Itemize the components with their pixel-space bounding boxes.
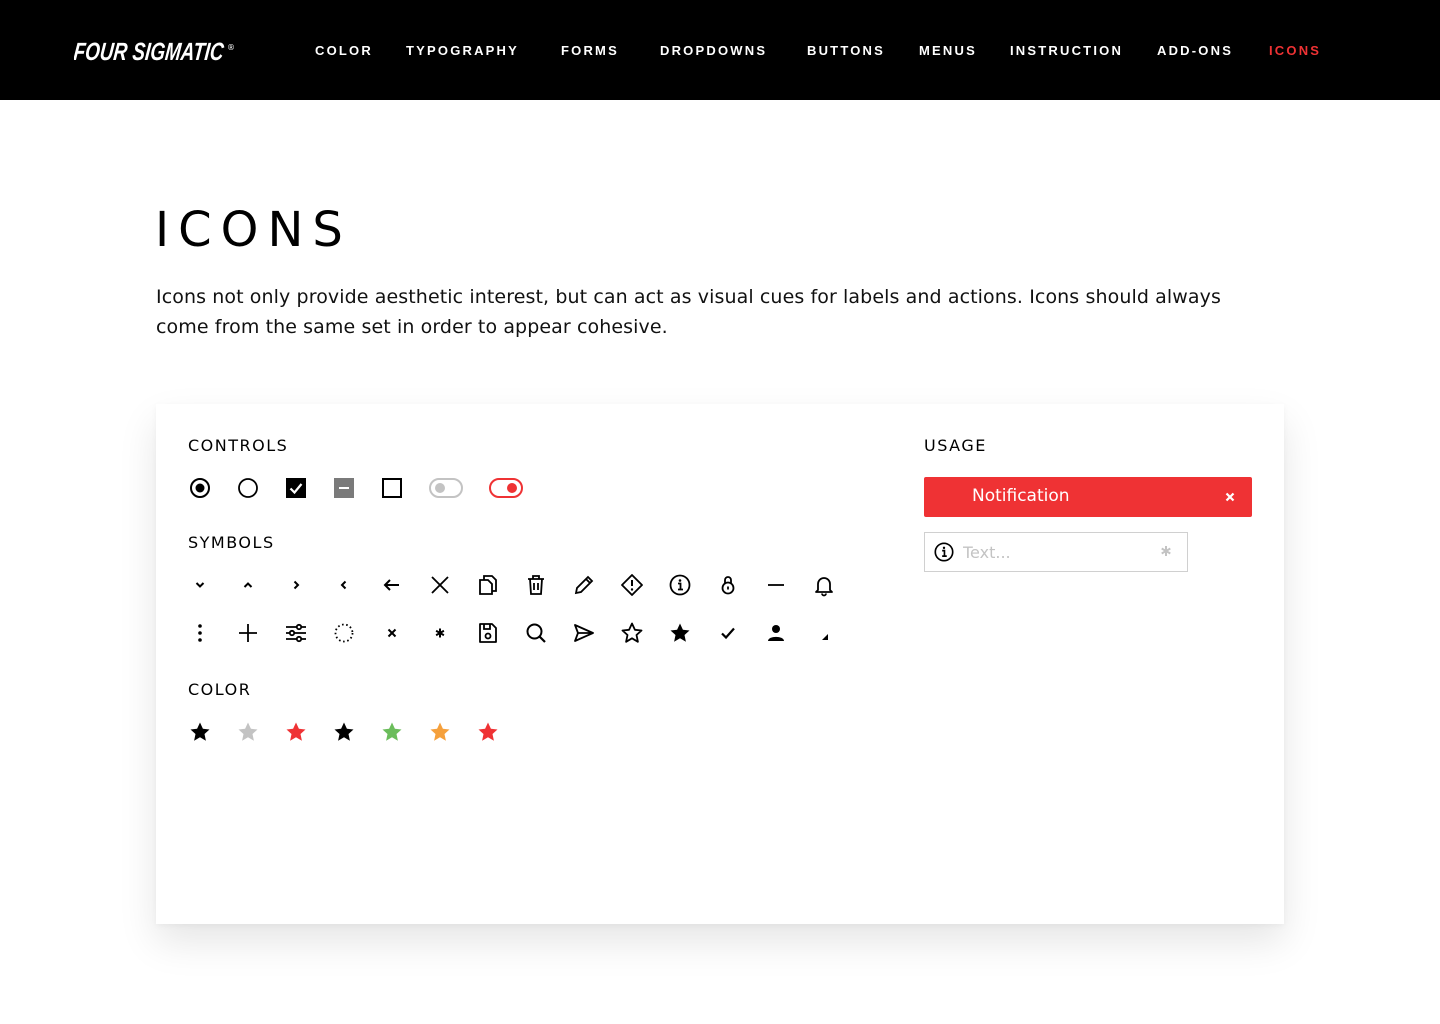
radio-checked-icon[interactable] bbox=[188, 476, 212, 500]
notification-text: Notification bbox=[972, 486, 1070, 506]
star-icon bbox=[236, 720, 260, 744]
nav-item-typography[interactable]: TYPOGRAPHY bbox=[406, 43, 519, 58]
info-icon bbox=[933, 541, 955, 563]
small-close-icon bbox=[380, 621, 404, 645]
toggle-on-icon[interactable] bbox=[489, 477, 523, 499]
check-icon bbox=[716, 621, 740, 645]
save-icon bbox=[476, 621, 500, 645]
asterisk-icon bbox=[428, 621, 452, 645]
plus-icon bbox=[236, 621, 260, 645]
spinner-icon bbox=[332, 621, 356, 645]
top-navigation-bar: FOUR SIGMATIC ® COLOR TYPOGRAPHY FORMS D… bbox=[0, 0, 1440, 100]
chevron-down-icon bbox=[188, 573, 212, 597]
nav-item-icons[interactable]: ICONS bbox=[1269, 43, 1321, 58]
lock-icon bbox=[716, 573, 740, 597]
icons-card: CONTROLS SYMBOLS COLOR USAGE Notificatio… bbox=[156, 404, 1284, 924]
toggle-off-icon[interactable] bbox=[429, 477, 463, 499]
star-icon bbox=[380, 720, 404, 744]
star-icon bbox=[476, 720, 500, 744]
close-icon[interactable] bbox=[1222, 489, 1238, 505]
page-title: ICONS bbox=[155, 202, 352, 258]
chevron-left-icon bbox=[332, 573, 356, 597]
color-label: COLOR bbox=[188, 680, 252, 699]
page-intro: Icons not only provide aesthetic interes… bbox=[156, 286, 1221, 338]
checkbox-checked-icon[interactable] bbox=[284, 476, 308, 500]
notification-banner: Notification bbox=[924, 477, 1252, 517]
required-asterisk-icon bbox=[1159, 544, 1173, 558]
arrow-left-icon bbox=[380, 573, 404, 597]
nav-item-menus[interactable]: MENUS bbox=[919, 43, 977, 58]
checkbox-indeterminate-icon[interactable] bbox=[332, 476, 356, 500]
nav-item-dropdowns[interactable]: DROPDOWNS bbox=[660, 43, 767, 58]
nav-item-instruction[interactable]: INSTRUCTION bbox=[1010, 43, 1123, 58]
star-filled-icon bbox=[668, 621, 692, 645]
copy-icon bbox=[476, 573, 500, 597]
radio-unchecked-icon[interactable] bbox=[236, 476, 260, 500]
warning-icon bbox=[620, 573, 644, 597]
nav-item-buttons[interactable]: BUTTONS bbox=[807, 43, 885, 58]
star-icon bbox=[332, 720, 356, 744]
pencil-icon bbox=[572, 573, 596, 597]
text-input[interactable] bbox=[963, 541, 1153, 563]
star-icon bbox=[428, 720, 452, 744]
registered-mark: ® bbox=[227, 43, 235, 52]
more-vertical-icon bbox=[188, 621, 212, 645]
brand-wordmark: FOUR SIGMATIC bbox=[74, 38, 226, 66]
nav-item-forms[interactable]: FORMS bbox=[561, 43, 619, 58]
trash-icon bbox=[524, 573, 548, 597]
text-field bbox=[924, 532, 1188, 572]
usage-label: USAGE bbox=[924, 436, 987, 455]
star-icon bbox=[188, 720, 212, 744]
star-icon bbox=[284, 720, 308, 744]
symbols-label: SYMBOLS bbox=[188, 533, 275, 552]
user-icon bbox=[764, 621, 788, 645]
search-icon bbox=[524, 621, 548, 645]
minus-icon bbox=[764, 573, 788, 597]
nav-item-color[interactable]: COLOR bbox=[315, 43, 373, 58]
four-sigmatic-logo[interactable]: FOUR SIGMATIC ® bbox=[72, 30, 244, 74]
checkbox-unchecked-icon[interactable] bbox=[380, 476, 404, 500]
bell-icon bbox=[812, 573, 836, 597]
controls-label: CONTROLS bbox=[188, 436, 289, 455]
chevron-up-icon bbox=[236, 573, 260, 597]
send-icon bbox=[572, 621, 596, 645]
star-outline-icon bbox=[620, 621, 644, 645]
sliders-icon bbox=[284, 621, 308, 645]
nav-item-add-ons[interactable]: ADD-ONS bbox=[1157, 43, 1233, 58]
corner-triangle-icon bbox=[812, 621, 836, 645]
close-icon bbox=[428, 573, 452, 597]
chevron-right-icon bbox=[284, 573, 308, 597]
info-icon bbox=[668, 573, 692, 597]
